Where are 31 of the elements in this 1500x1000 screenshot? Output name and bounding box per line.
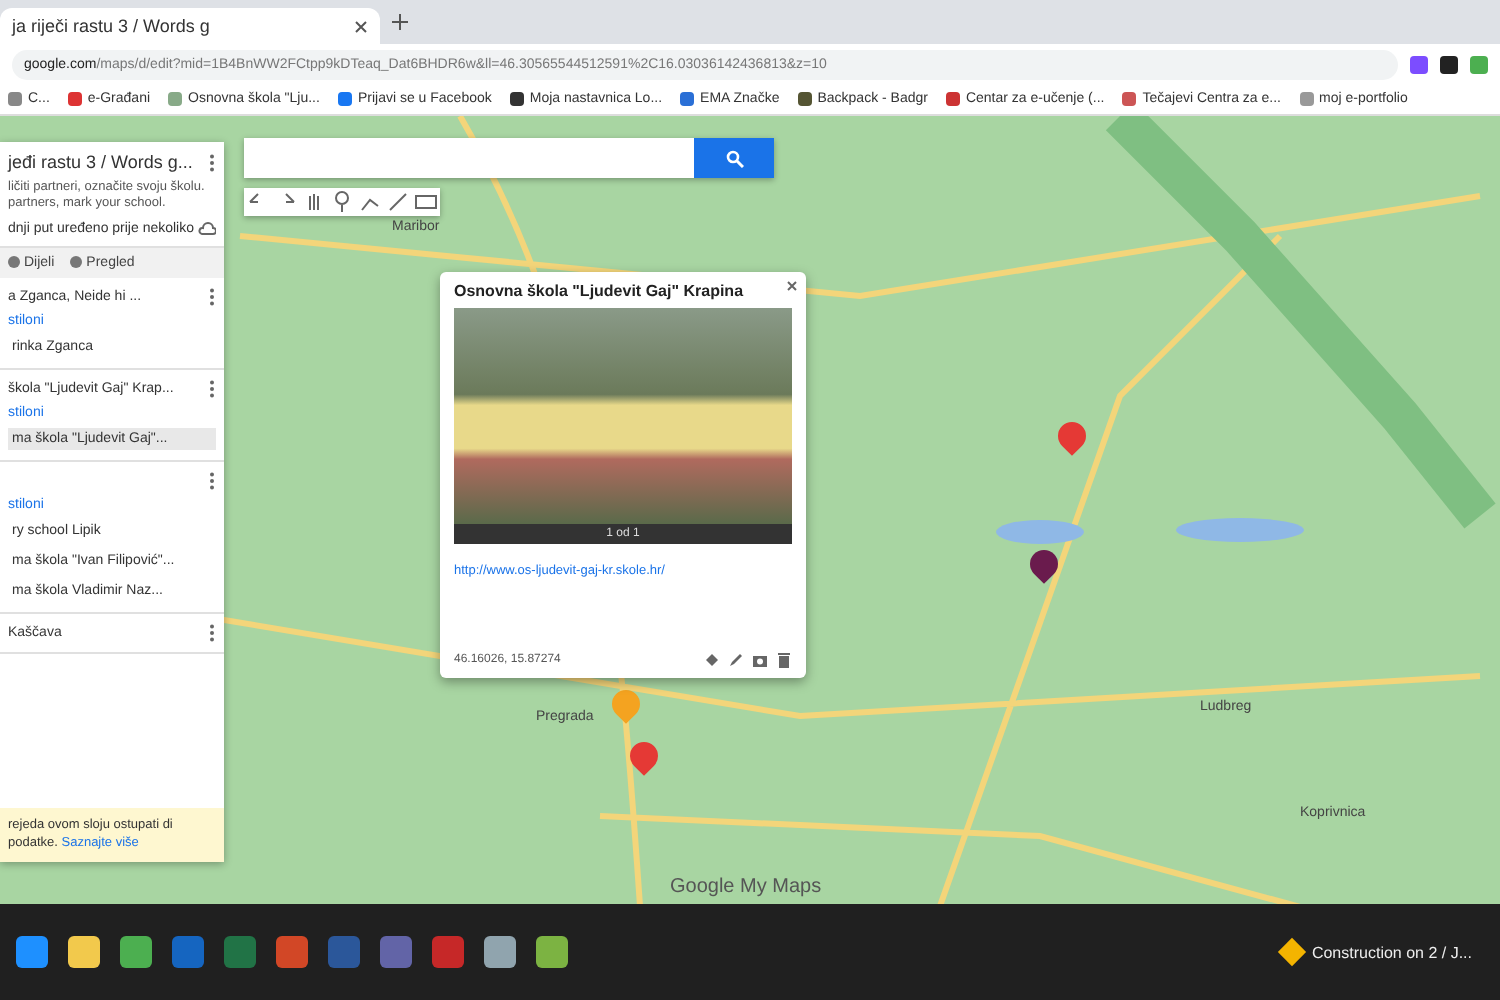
toolbar-icon[interactable] — [244, 188, 272, 216]
taskbar-app-icon[interactable] — [276, 936, 308, 968]
cloud-icon — [198, 221, 216, 236]
notification-button[interactable]: Construction on 2 / J... — [1269, 940, 1484, 964]
style-icon[interactable] — [704, 652, 720, 668]
search-field[interactable] — [244, 138, 694, 178]
taskbar-app-icon[interactable] — [120, 936, 152, 968]
camera-icon[interactable] — [752, 652, 768, 668]
tab-title: ja riječi rastu 3 / Words g — [12, 16, 210, 36]
taskbar-app-icon[interactable] — [536, 936, 568, 968]
more-icon[interactable] — [208, 623, 216, 642]
new-tab-icon[interactable] — [392, 14, 408, 30]
map-attribution: Google My Maps — [670, 876, 822, 898]
taskbar-app-icon[interactable] — [484, 936, 516, 968]
more-icon[interactable] — [208, 287, 216, 306]
taskbar-app-icon[interactable] — [16, 936, 48, 968]
taskbar-app-icon[interactable] — [68, 936, 100, 968]
search-icon — [725, 149, 743, 167]
more-icon[interactable] — [208, 153, 216, 171]
map-title: jeđi rastu 3 / Words g... — [8, 152, 193, 172]
more-icon[interactable] — [208, 379, 216, 398]
toolbar-icon[interactable] — [412, 188, 440, 216]
close-icon[interactable] — [354, 19, 368, 33]
delete-icon[interactable] — [776, 652, 792, 668]
toolbar-icon[interactable] — [384, 188, 412, 216]
popup-title: Osnovna škola "Ljudevit Gaj" Krapina — [454, 282, 746, 300]
edit-icon[interactable] — [728, 652, 744, 668]
search-button[interactable] — [694, 138, 774, 178]
close-icon[interactable] — [786, 280, 798, 292]
browser-tab[interactable]: ja riječi rastu 3 / Words g — [0, 8, 380, 44]
more-icon[interactable] — [208, 471, 216, 490]
